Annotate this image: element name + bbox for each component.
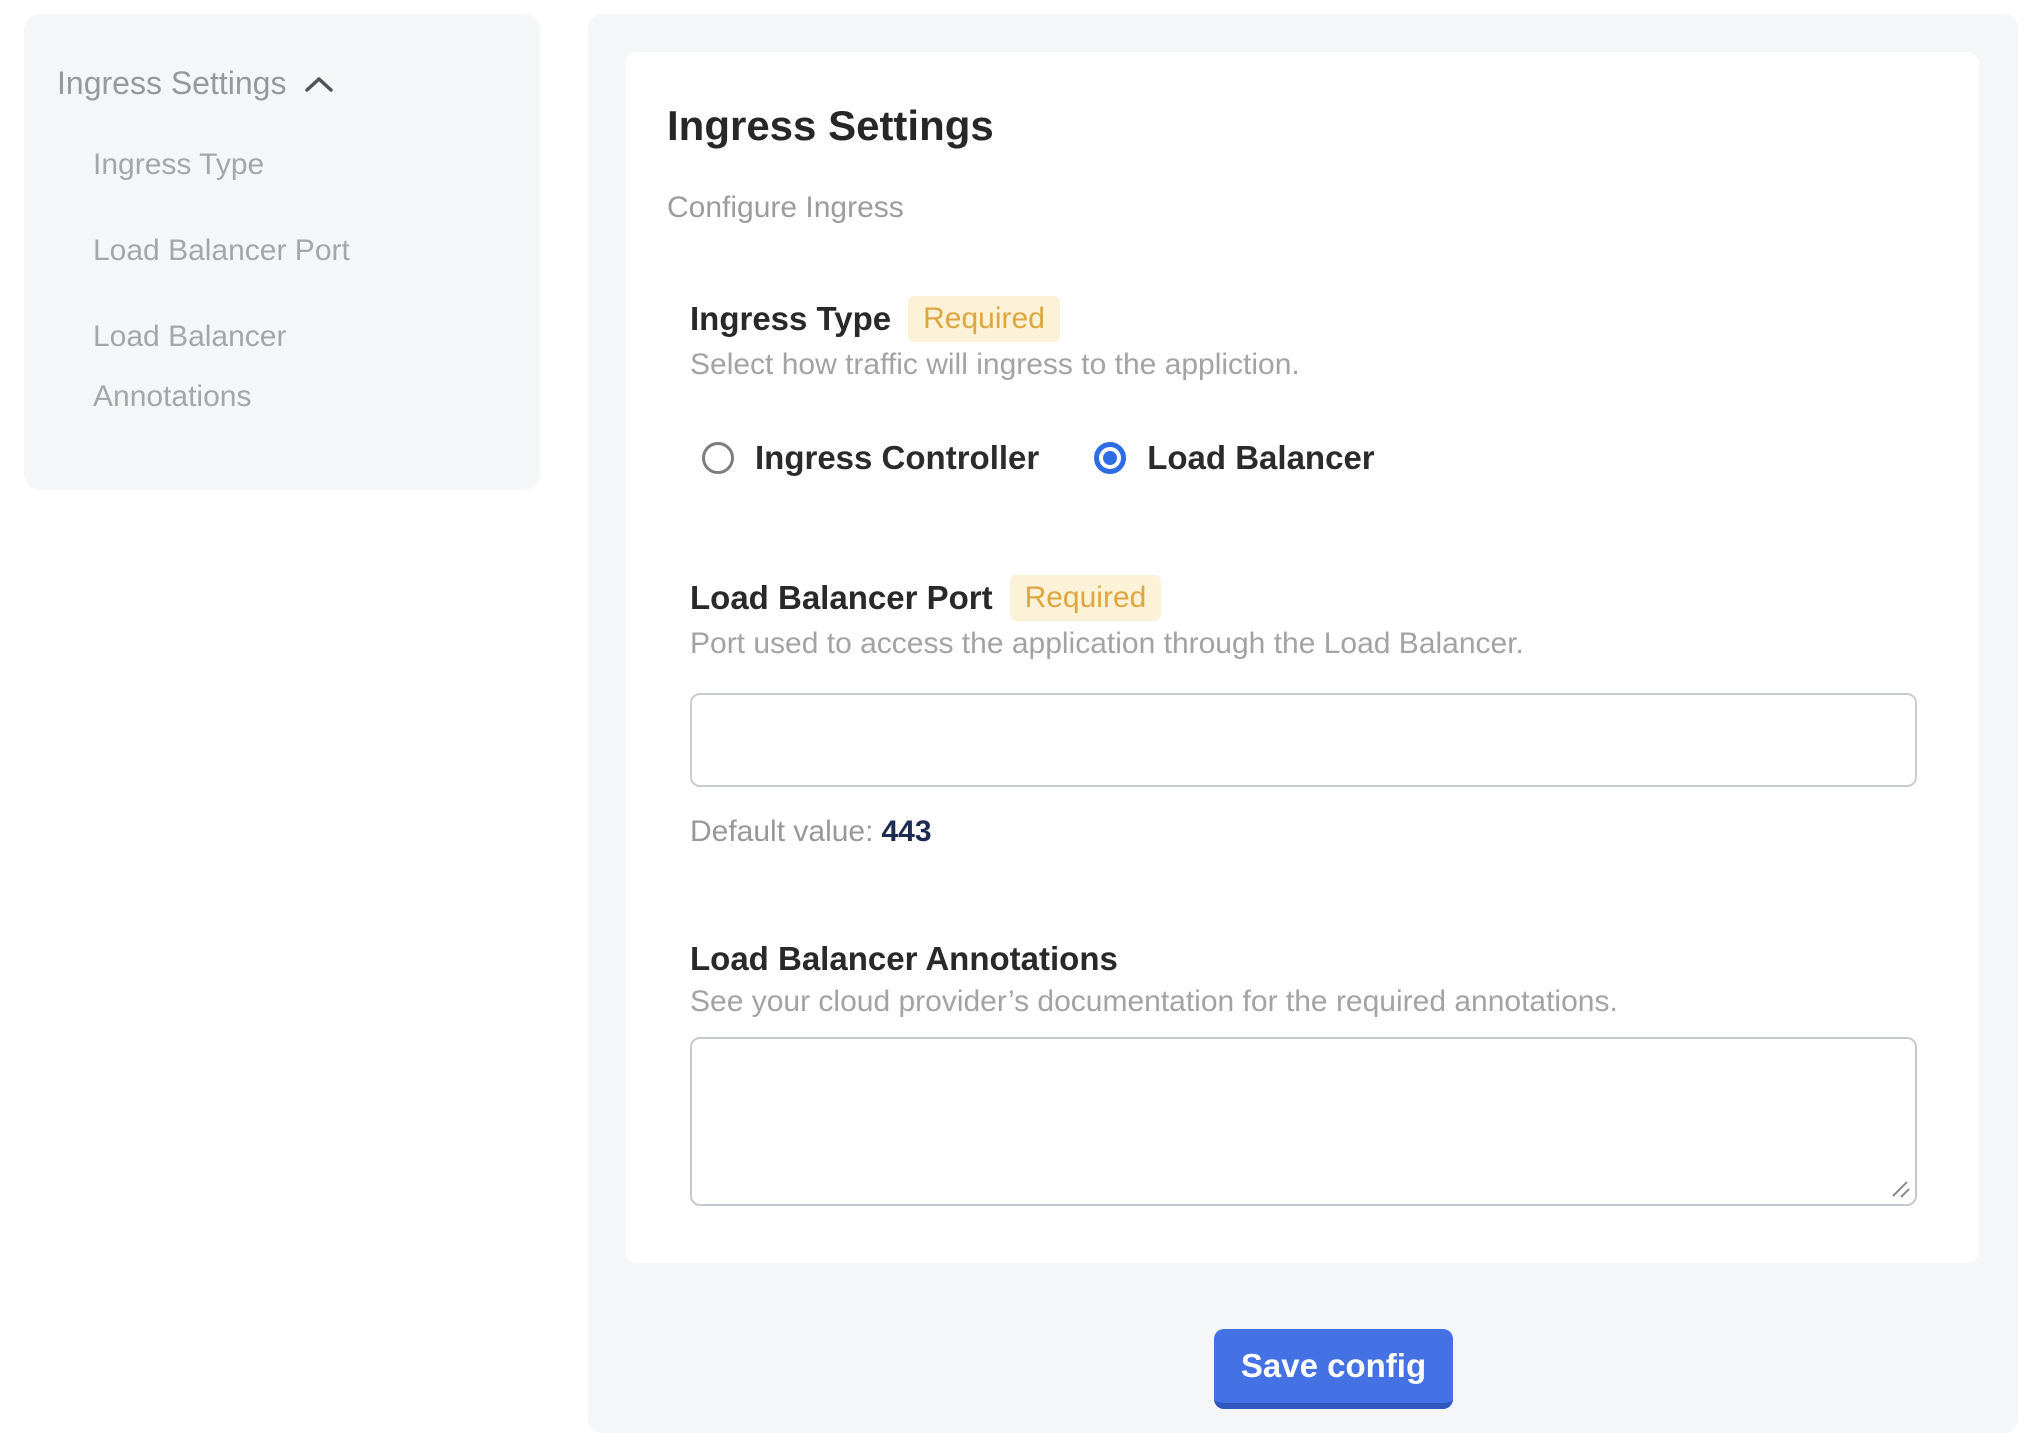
radio-label-load-balancer: Load Balancer	[1147, 439, 1374, 477]
load-balancer-port-label: Load Balancer Port	[690, 576, 993, 620]
ingress-settings-card: Ingress Settings Configure Ingress Ingre…	[625, 52, 1979, 1263]
settings-sections: Ingress Type Required Select how traffic…	[690, 296, 1917, 1206]
radio-checked-icon[interactable]	[1094, 442, 1126, 474]
load-balancer-annotations-field	[690, 1037, 1917, 1206]
load-balancer-port-description: Port used to access the application thro…	[690, 624, 1917, 664]
sidebar-section-toggle[interactable]: Ingress Settings	[57, 63, 540, 103]
load-balancer-annotations-label: Load Balancer Annotations	[690, 937, 1118, 981]
default-value-line: Default value:443	[690, 812, 1917, 852]
radio-option-ingress-controller[interactable]: Ingress Controller	[702, 439, 1039, 477]
load-balancer-annotations-description: See your cloud provider’s documentation …	[690, 982, 1917, 1022]
load-balancer-port-heading-row: Load Balancer Port Required	[690, 575, 1917, 621]
settings-panel: Ingress Settings Configure Ingress Ingre…	[588, 14, 2018, 1433]
required-badge: Required	[1010, 575, 1162, 621]
load-balancer-annotations-textarea[interactable]	[690, 1037, 1917, 1206]
page-title: Ingress Settings	[667, 103, 1917, 149]
sidebar-item-ingress-type[interactable]: Ingress Type	[93, 135, 403, 195]
sidebar-section-title: Ingress Settings	[57, 63, 286, 103]
page-subtitle: Configure Ingress	[667, 188, 1917, 228]
ingress-type-heading-row: Ingress Type Required	[690, 296, 1917, 342]
settings-sidebar: Ingress Settings Ingress Type Load Balan…	[24, 14, 540, 490]
default-value-number: 443	[881, 815, 931, 848]
sidebar-item-load-balancer-annotations[interactable]: Load Balancer Annotations	[93, 307, 403, 427]
required-badge: Required	[908, 296, 1060, 342]
ingress-type-label: Ingress Type	[690, 297, 891, 341]
load-balancer-port-input[interactable]	[690, 693, 1917, 787]
ingress-type-radio-group: Ingress Controller Load Balancer	[702, 439, 1917, 477]
chevron-up-icon	[302, 74, 336, 96]
save-config-button[interactable]: Save config	[1214, 1329, 1453, 1409]
sidebar-item-load-balancer-port[interactable]: Load Balancer Port	[93, 221, 403, 281]
radio-option-load-balancer[interactable]: Load Balancer	[1094, 439, 1374, 477]
ingress-type-description: Select how traffic will ingress to the a…	[690, 345, 1917, 385]
load-balancer-annotations-heading-row: Load Balancer Annotations	[690, 937, 1917, 981]
radio-unchecked-icon[interactable]	[702, 442, 734, 474]
sidebar-item-list: Ingress Type Load Balancer Port Load Bal…	[93, 135, 403, 427]
radio-label-ingress-controller: Ingress Controller	[755, 439, 1039, 477]
default-value-label: Default value:	[690, 815, 873, 848]
